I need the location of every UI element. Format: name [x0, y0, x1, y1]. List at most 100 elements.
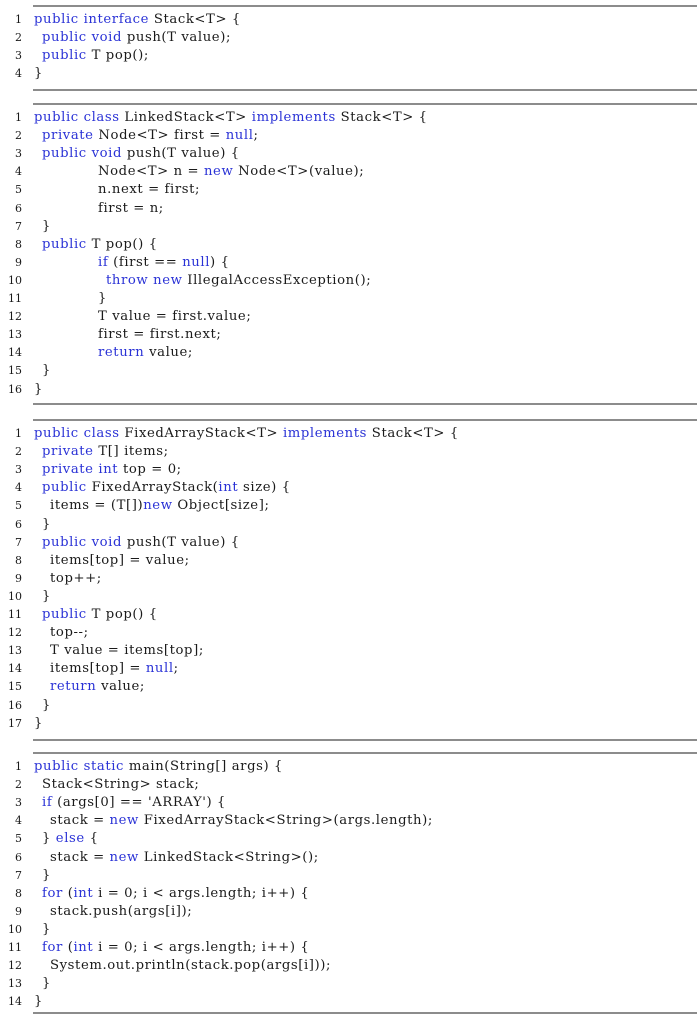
code-text: }	[42, 588, 51, 606]
code-token: top--;	[50, 625, 89, 641]
code-token: }	[42, 976, 51, 992]
keyword-token: new	[109, 849, 139, 865]
line-number: 10	[8, 589, 22, 603]
code-token: first = first.next;	[98, 327, 222, 343]
code-token: Node<T>(value);	[233, 164, 365, 180]
code-token: Stack<String> stack;	[42, 777, 200, 793]
line-number: 3	[15, 463, 22, 477]
keyword-token: public static	[34, 759, 125, 774]
code-text: first = first.next;	[98, 326, 221, 344]
code-token: value;	[96, 679, 145, 695]
line-number: 5	[15, 183, 22, 197]
code-token: }	[42, 921, 51, 937]
line-number: 1	[15, 760, 22, 773]
code-token: first = n;	[98, 200, 164, 216]
keyword-token: private	[42, 444, 94, 460]
code-text: throw new IllegalAccessException();	[106, 272, 371, 290]
code-text: first = n;	[98, 200, 164, 218]
line-number: 2	[15, 129, 22, 143]
code-text: return value;	[50, 678, 145, 696]
code-token: T[] items;	[93, 444, 169, 460]
line-number: 1	[15, 111, 22, 124]
line-number: 14	[8, 995, 22, 1009]
code-text: }	[98, 290, 107, 308]
code-token: n.next = first;	[98, 182, 201, 198]
keyword-token: public	[42, 607, 87, 622]
line-number: 8	[15, 553, 22, 567]
line-number: 7	[15, 219, 22, 233]
code-token: push(T value) {	[122, 146, 240, 162]
line-number: 13	[8, 644, 22, 658]
code-token: }	[42, 867, 51, 883]
code-text: }	[42, 516, 51, 534]
line-number: 7	[15, 535, 22, 549]
code-token: }	[34, 66, 43, 82]
code-token: (	[62, 885, 74, 901]
line-number: 6	[15, 517, 22, 531]
code-token: LinkedStack<String>();	[138, 849, 319, 865]
code-token: (args[0] == 'ARRAY') {	[52, 795, 227, 811]
line-number: 8	[15, 237, 22, 251]
code-text: T value = items[top];	[50, 642, 204, 660]
line-number: 6	[15, 201, 22, 215]
line-number: 14	[8, 346, 22, 360]
code-token: items[top] =	[50, 661, 146, 677]
code-text: }	[34, 65, 43, 83]
line-number: 15	[8, 680, 22, 694]
code-token: items = (T[])	[50, 498, 144, 514]
line-number: 2	[15, 445, 22, 459]
code-text: }	[42, 921, 51, 939]
code-token: (first ==	[108, 254, 183, 270]
keyword-token: null	[225, 128, 254, 144]
line-number: 1	[15, 13, 22, 26]
line-number: 9	[15, 255, 22, 269]
code-token: FixedArrayStack<String>(args.length);	[138, 813, 433, 829]
line-number: 7	[15, 868, 22, 882]
code-text: return value;	[98, 344, 193, 362]
line-number: 13	[8, 328, 22, 342]
keyword-token: public class	[34, 110, 120, 125]
code-text: public T pop() {	[42, 606, 158, 624]
code-token: Stack<T> {	[367, 426, 459, 441]
keyword-token: int	[218, 480, 239, 496]
line-number: 13	[8, 977, 22, 991]
keyword-token: public void	[42, 146, 123, 162]
code-token: top = 0;	[118, 462, 182, 478]
keyword-token: public void	[42, 534, 123, 550]
code-text: private int top = 0;	[42, 461, 182, 479]
code-token: T value = items[top];	[50, 643, 204, 659]
code-token: top++;	[50, 570, 102, 586]
line-number: 3	[15, 796, 22, 810]
keyword-token: return	[98, 345, 145, 361]
code-text: items[top] = value;	[50, 552, 190, 570]
line-number: 16	[8, 698, 22, 712]
code-text: public static main(String[] args) {	[34, 758, 283, 776]
line-number: 5	[15, 832, 22, 846]
keyword-token: implements	[282, 426, 368, 441]
top-rule	[33, 752, 697, 754]
code-text: }	[42, 975, 51, 993]
top-rule	[33, 5, 697, 7]
line-number: 10	[8, 922, 22, 936]
code-text: items = (T[])new Object[size];	[50, 497, 270, 515]
bottom-rule	[33, 739, 697, 741]
code-text: n.next = first;	[98, 181, 200, 199]
code-text: for (int i = 0; i < args.length; i++) {	[42, 939, 309, 957]
code-text: public void push(T value) {	[42, 534, 240, 552]
code-text: System.out.println(stack.pop(args[i]));	[50, 957, 331, 975]
code-token: (	[62, 940, 74, 955]
code-token: LinkedStack<T>	[119, 110, 252, 125]
code-token: IllegalAccessException();	[182, 272, 372, 288]
line-number: 4	[15, 165, 22, 179]
line-number: 1	[15, 427, 22, 440]
line-number: 16	[8, 382, 22, 396]
code-token: i = 0; i < args.length; i++) {	[93, 885, 310, 901]
code-text: top++;	[50, 570, 102, 588]
code-token: stack =	[50, 813, 110, 829]
keyword-token: null	[145, 661, 174, 677]
code-text: }	[42, 697, 51, 715]
code-text: public interface Stack<T> {	[34, 11, 241, 29]
line-number: 11	[8, 941, 22, 954]
code-text: if (args[0] == 'ARRAY') {	[42, 794, 226, 812]
keyword-token: private	[42, 128, 94, 144]
